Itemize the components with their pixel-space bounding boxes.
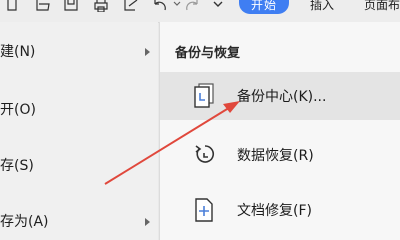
menu-item-save-as[interactable]: 存为(A) [0, 212, 158, 232]
undo-icon[interactable] [152, 0, 166, 14]
redo-icon[interactable] [186, 0, 200, 14]
export-pdf-icon[interactable] [124, 0, 138, 14]
document-repair-item[interactable]: 文档修复(F) [160, 186, 400, 234]
open-folder-icon[interactable] [36, 0, 50, 14]
menu-item-new-label: 建(N) [0, 44, 36, 60]
tab-page-layout[interactable]: 页面布 [364, 0, 400, 14]
quick-access-toolbar: 开始 插入 页面布 [0, 0, 400, 23]
document-repair-icon [190, 196, 218, 224]
submenu-arrow-icon [145, 48, 150, 56]
file-menu: 建(N) 开(O) 存(S) 存为(A) [0, 22, 158, 240]
submenu-title: 备份与恢复 [175, 46, 241, 61]
save-icon[interactable] [64, 0, 78, 14]
menu-item-save-label: 存(S) [0, 158, 34, 174]
tab-insert[interactable]: 插入 [310, 0, 334, 14]
backup-center-item[interactable]: 备份中心(K)... [160, 72, 400, 120]
data-recovery-item[interactable]: 数据恢复(R) [160, 131, 400, 179]
menu-item-new[interactable]: 建(N) [0, 42, 158, 62]
undo-dropdown-icon[interactable] [172, 0, 182, 14]
submenu-arrow-icon [145, 218, 150, 226]
menu-item-open-label: 开(O) [0, 102, 36, 118]
backup-center-icon [190, 82, 218, 110]
backup-recovery-submenu: 备份与恢复 备份中心(K)... 数据恢复(R) 文档修复(F) [159, 22, 400, 240]
tab-home[interactable]: 开始 [239, 0, 289, 14]
data-recovery-icon [190, 141, 218, 169]
data-recovery-label: 数据恢复(R) [237, 148, 314, 164]
menu-item-open[interactable]: 开(O) [0, 100, 158, 120]
print-icon[interactable] [94, 0, 108, 14]
customize-toolbar-icon[interactable] [212, 0, 224, 14]
menu-item-save-as-label: 存为(A) [0, 214, 49, 230]
menu-item-save[interactable]: 存(S) [0, 156, 158, 176]
backup-center-label: 备份中心(K)... [237, 89, 327, 105]
new-file-icon[interactable] [6, 0, 18, 14]
document-repair-label: 文档修复(F) [237, 203, 312, 219]
